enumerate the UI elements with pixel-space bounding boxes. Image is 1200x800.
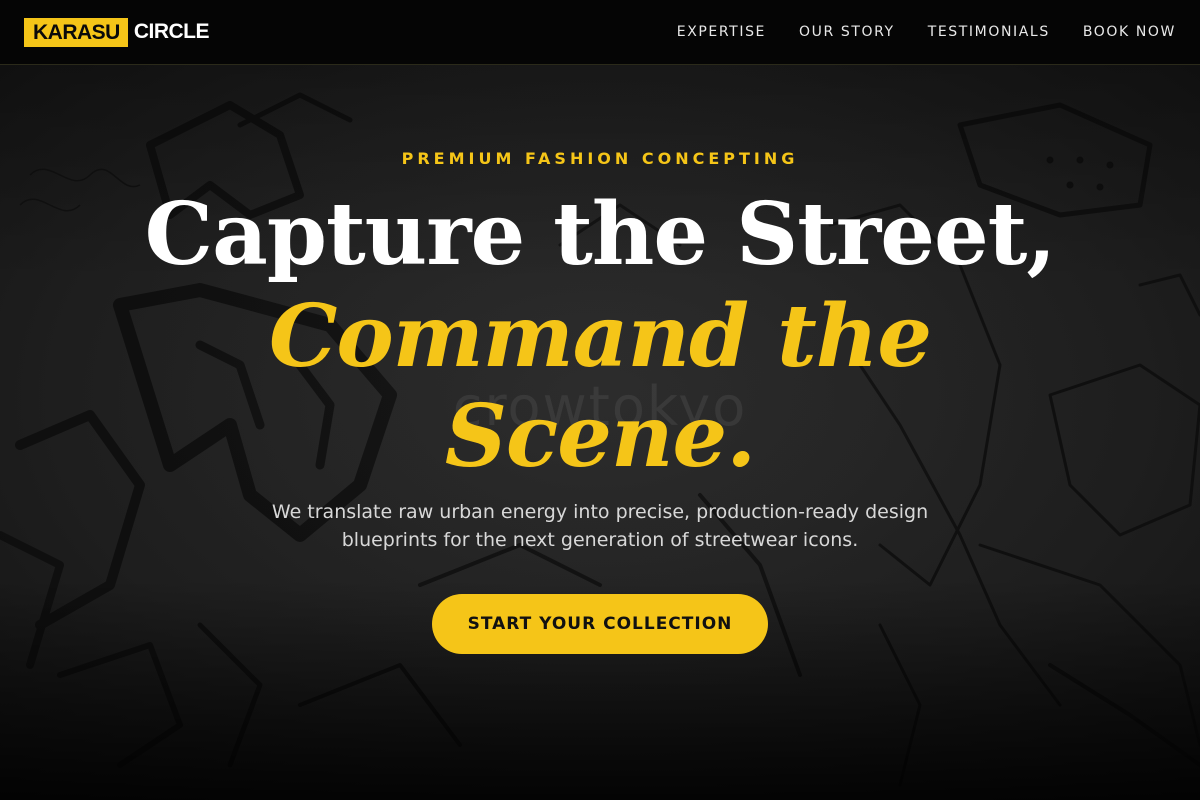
hero-section: crowtokyo PREMIUM FASHION CONCEPTING Cap… <box>0 65 1200 800</box>
logo-highlight: KARASU <box>24 17 128 47</box>
nav-link-testimonials[interactable]: TESTIMONIALS <box>928 24 1050 40</box>
headline-line-3: Scene. <box>444 386 756 487</box>
start-collection-button[interactable]: START YOUR COLLECTION <box>432 594 768 654</box>
logo-text: CIRCLE <box>133 20 210 43</box>
brand-logo[interactable]: KARASU CIRCLE <box>24 17 210 47</box>
site-header: KARASU CIRCLE EXPERTISE OUR STORY TESTIM… <box>0 0 1200 65</box>
headline-line-2: Command the <box>268 286 932 387</box>
main-nav: EXPERTISE OUR STORY TESTIMONIALS BOOK NO… <box>677 23 1176 41</box>
nav-link-our-story[interactable]: OUR STORY <box>799 24 895 40</box>
headline-line-1: Capture the Street, <box>144 184 1057 285</box>
nav-link-book-now[interactable]: BOOK NOW <box>1083 24 1176 40</box>
hero-subtitle: We translate raw urban energy into preci… <box>271 501 929 551</box>
nav-link-expertise[interactable]: EXPERTISE <box>677 24 766 40</box>
hero-eyebrow: PREMIUM FASHION CONCEPTING <box>401 149 799 168</box>
